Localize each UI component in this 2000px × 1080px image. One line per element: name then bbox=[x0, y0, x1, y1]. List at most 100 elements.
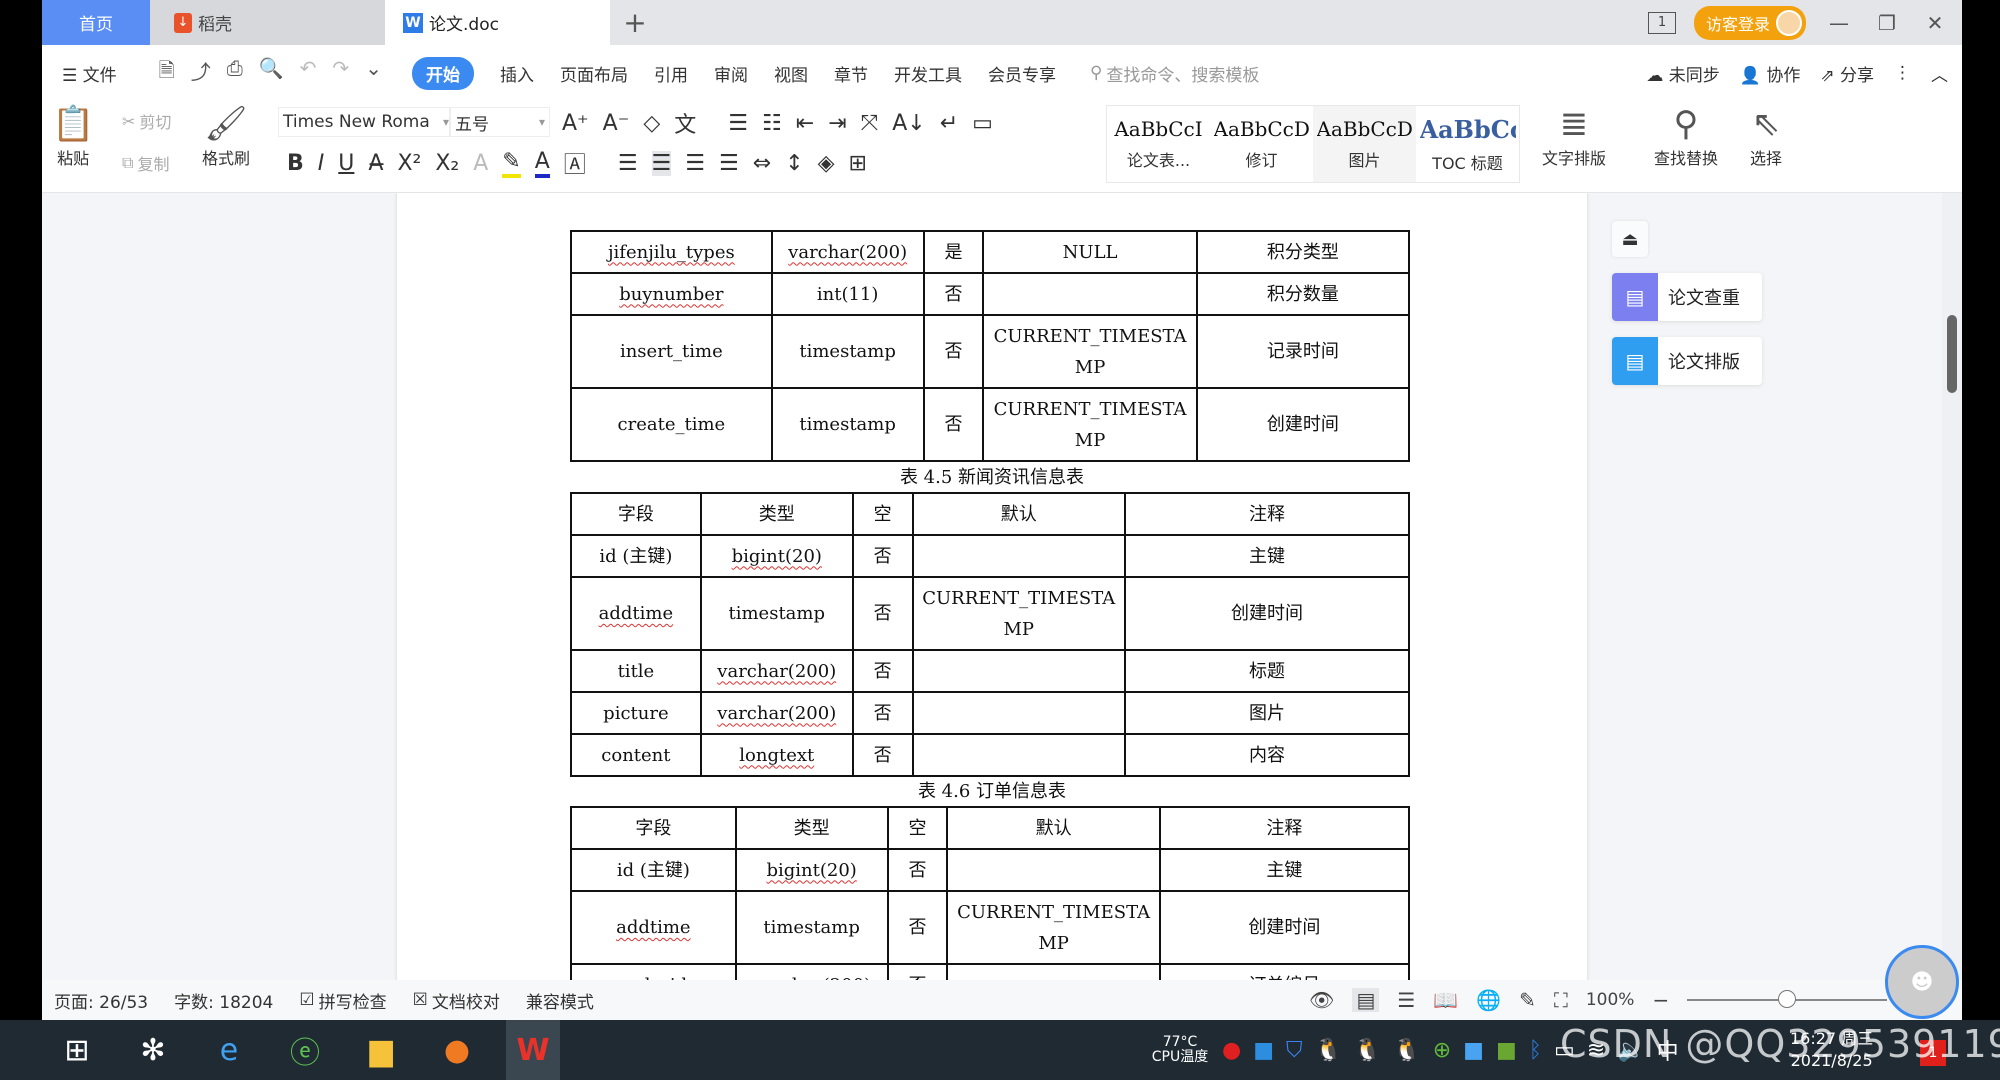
fit-page-icon[interactable]: ⛶ bbox=[1554, 988, 1568, 1012]
tray-bluetooth-icon[interactable]: ᛒ bbox=[1529, 1038, 1542, 1063]
collaborate-button[interactable]: 👤 协作 bbox=[1740, 61, 1801, 86]
align-right-icon[interactable]: ☰ bbox=[685, 151, 705, 176]
page-view-icon[interactable]: ▤ bbox=[1352, 988, 1380, 1012]
thesis-layout-button[interactable]: ▤ 论文排版 bbox=[1612, 337, 1762, 385]
bullet-list-icon[interactable]: ☰ bbox=[728, 111, 748, 136]
justify-icon[interactable]: ☰ bbox=[719, 151, 739, 176]
zoom-slider-handle[interactable] bbox=[1778, 990, 1797, 1008]
outline-view-icon[interactable]: ☰ bbox=[1397, 988, 1415, 1012]
chinese-layout-icon[interactable]: ⤧ bbox=[861, 111, 879, 136]
tray-qq-icon[interactable]: 🐧 bbox=[1315, 1038, 1342, 1063]
guest-login-button[interactable]: 访客登录 bbox=[1693, 5, 1806, 40]
zoom-level[interactable]: 100% bbox=[1586, 990, 1635, 1010]
tab-page-layout[interactable]: 页面布局 bbox=[560, 61, 628, 86]
eye-protection-icon[interactable]: 👁 bbox=[1309, 988, 1334, 1012]
tab-chapter[interactable]: 章节 bbox=[834, 61, 868, 86]
export-pdf-icon[interactable]: ⤴ bbox=[191, 56, 211, 90]
tab-document[interactable]: W 论文.doc bbox=[385, 0, 610, 45]
taskbar-360-browser[interactable]: ⓔ bbox=[278, 1020, 332, 1080]
taskbar-app-settings[interactable]: ✻ bbox=[126, 1020, 180, 1080]
taskbar-wps[interactable]: W bbox=[506, 1020, 560, 1080]
align-center-icon[interactable]: ☰ bbox=[651, 150, 672, 176]
share-button[interactable]: ⇗ 分享 bbox=[1820, 61, 1874, 86]
save-icon[interactable]: 🗎 bbox=[159, 56, 175, 90]
cpu-temp-widget[interactable]: 77°C CPU温度 bbox=[1150, 1035, 1210, 1065]
undo-icon[interactable]: ↶ bbox=[300, 56, 317, 90]
char-border-icon[interactable]: 🄰 bbox=[564, 147, 586, 179]
show-marks-icon[interactable]: ↵ bbox=[940, 111, 958, 136]
customize-quick-access-icon[interactable]: ⌄ bbox=[365, 56, 382, 90]
tab-home[interactable]: 首页 bbox=[42, 0, 150, 45]
clear-format-icon[interactable]: ◇ bbox=[643, 111, 660, 136]
tray-app-icon[interactable]: ● bbox=[1222, 1038, 1241, 1063]
tab-insert[interactable]: 插入 bbox=[500, 61, 534, 86]
vertical-scrollbar[interactable] bbox=[1942, 193, 1962, 980]
distributed-icon[interactable]: ⇔ bbox=[753, 151, 771, 176]
shrink-font-icon[interactable]: A⁻ bbox=[603, 111, 630, 136]
text-layout-button[interactable]: ≣ 文字排版 bbox=[1542, 103, 1606, 169]
subscript-icon[interactable]: X₂ bbox=[435, 151, 459, 176]
paste-button[interactable]: 📋 粘贴 bbox=[52, 103, 94, 169]
write-view-icon[interactable]: ✎ bbox=[1519, 988, 1536, 1012]
font-name-select[interactable]: Times New Roma ▾ bbox=[278, 107, 450, 137]
tray-update-icon[interactable]: ■ bbox=[1253, 1038, 1274, 1063]
command-search[interactable]: ⚲ 查找命令、搜索模板 bbox=[1090, 61, 1259, 86]
copy-button[interactable]: ⧉ 复制 bbox=[122, 151, 169, 175]
scrollbar-thumb[interactable] bbox=[1947, 315, 1957, 393]
redo-icon[interactable]: ↷ bbox=[332, 56, 349, 90]
borders-icon[interactable]: ⊞ bbox=[849, 151, 867, 176]
font-color-icon[interactable]: A bbox=[534, 149, 550, 178]
taskbar-app[interactable]: ● bbox=[430, 1020, 484, 1080]
strikethrough-icon[interactable]: A̶ bbox=[368, 151, 383, 176]
file-menu[interactable]: ☰ 文件 bbox=[62, 61, 117, 86]
tray-nvidia-icon[interactable]: ■ bbox=[1496, 1038, 1517, 1063]
tray-app-icon[interactable]: ■ bbox=[1463, 1038, 1484, 1063]
taskbar-ie[interactable]: e bbox=[202, 1020, 256, 1080]
format-painter-button[interactable]: 🖌 格式刷 bbox=[202, 103, 250, 169]
collapse-ribbon-icon[interactable]: ︿ bbox=[1931, 61, 1948, 86]
thesis-check-button[interactable]: ▤ 论文查重 bbox=[1612, 273, 1762, 321]
line-spacing-icon[interactable]: ↕ bbox=[785, 151, 803, 176]
sync-button[interactable]: ☁ 未同步 bbox=[1646, 61, 1719, 86]
zoom-slider[interactable] bbox=[1687, 990, 1888, 1008]
document-page[interactable]: jifenjilu_types varchar(200) 是 NULL 积分类型 buy… bbox=[397, 193, 1587, 980]
more-icon[interactable]: ⋮ bbox=[1894, 63, 1911, 83]
restore-button[interactable]: ❐ bbox=[1872, 11, 1902, 35]
close-button[interactable]: ✕ bbox=[1920, 11, 1950, 35]
tab-daoke[interactable]: ↓ 稻壳 bbox=[150, 0, 385, 45]
tab-review[interactable]: 审阅 bbox=[714, 61, 748, 86]
decrease-indent-icon[interactable]: ⇤ bbox=[796, 111, 814, 136]
web-view-icon[interactable]: 🌐 bbox=[1476, 988, 1501, 1012]
align-left-icon[interactable]: ☰ bbox=[618, 151, 638, 176]
new-tab-button[interactable]: + bbox=[610, 0, 660, 45]
superscript-icon[interactable]: X² bbox=[397, 151, 421, 176]
highlight-icon[interactable]: ✎ bbox=[502, 149, 521, 178]
style-thesis-table[interactable]: AaBbCcI 论文表... bbox=[1107, 106, 1210, 182]
underline-icon[interactable]: U bbox=[338, 151, 354, 176]
zoom-out-button[interactable]: − bbox=[1652, 988, 1669, 1012]
tab-references[interactable]: 引用 bbox=[654, 61, 688, 86]
proofread-button[interactable]: ☒ 文档校对 bbox=[413, 988, 500, 1013]
taskbar-explorer[interactable]: ▆ bbox=[354, 1020, 408, 1080]
grow-font-icon[interactable]: A⁺ bbox=[562, 111, 589, 136]
ruler-icon[interactable]: ▭ bbox=[972, 111, 993, 136]
select-button[interactable]: ⇖ 选择 bbox=[1750, 103, 1782, 169]
font-size-select[interactable]: 五号 ▾ bbox=[450, 107, 550, 137]
tray-security-icon[interactable]: ⛉ bbox=[1286, 1038, 1303, 1063]
collapse-panel-button[interactable]: ⏏ bbox=[1612, 221, 1648, 257]
reading-view-icon[interactable]: 📖 bbox=[1433, 988, 1458, 1012]
print-preview-icon[interactable]: 🔍 bbox=[259, 56, 284, 90]
style-revision[interactable]: AaBbCcDd 修订 bbox=[1210, 106, 1313, 182]
style-toc-heading[interactable]: AaBbCc TOC 标题 bbox=[1416, 106, 1519, 182]
spell-check-button[interactable]: ☑ 拼写检查 bbox=[299, 988, 386, 1013]
italic-icon[interactable]: I bbox=[318, 151, 325, 176]
cut-button[interactable]: ✂ 剪切 bbox=[122, 109, 171, 133]
word-count[interactable]: 字数: 18204 bbox=[174, 988, 273, 1013]
shading-icon[interactable]: ◈ bbox=[818, 151, 835, 176]
numbered-list-icon[interactable]: ☷ bbox=[762, 111, 782, 136]
pinyin-icon[interactable]: 文 bbox=[674, 107, 696, 139]
bold-icon[interactable]: B bbox=[287, 151, 304, 176]
tray-qq-icon[interactable]: 🐧 bbox=[1393, 1038, 1420, 1063]
tab-start[interactable]: 开始 bbox=[411, 56, 474, 90]
assistant-avatar[interactable]: ☻ bbox=[1885, 945, 1959, 1019]
